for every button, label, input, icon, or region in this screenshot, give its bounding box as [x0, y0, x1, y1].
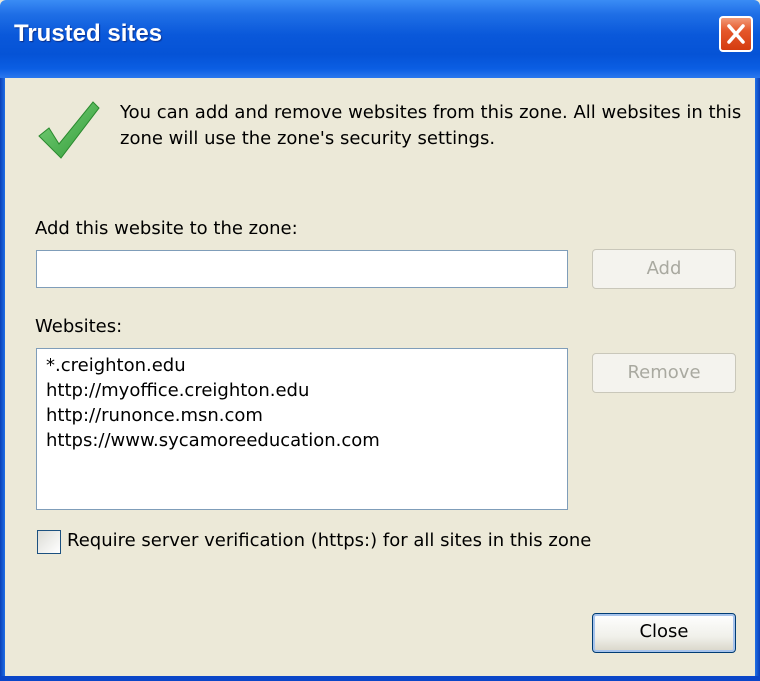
add-button[interactable]: Add [592, 249, 736, 289]
websites-list[interactable]: *.creighton.edu http://myoffice.creighto… [36, 348, 568, 510]
remove-button[interactable]: Remove [592, 353, 736, 393]
list-item[interactable]: https://www.sycamoreeducation.com [46, 428, 567, 453]
list-item[interactable]: *.creighton.edu [46, 353, 567, 378]
intro-text: You can add and remove websites from thi… [120, 102, 742, 149]
website-url-input[interactable] [36, 250, 568, 288]
window-frame-bottom [0, 676, 760, 681]
window-frame-left [0, 78, 5, 681]
list-item[interactable]: http://runonce.msn.com [46, 403, 567, 428]
close-button[interactable]: Close [592, 613, 736, 653]
list-item[interactable]: http://myoffice.creighton.edu [46, 378, 567, 403]
window-title: Trusted sites [14, 20, 163, 47]
add-website-label: Add this website to the zone: [35, 218, 298, 239]
checkmark-icon [38, 101, 100, 159]
trusted-sites-dialog: Trusted sites You can add and remove web… [0, 0, 760, 681]
window-close-button[interactable] [719, 16, 753, 52]
require-verification-checkbox[interactable] [37, 530, 61, 554]
title-bar[interactable]: Trusted sites [0, 0, 760, 78]
require-verification-label[interactable]: Require server verification (https:) for… [67, 530, 591, 551]
window-frame-right [755, 78, 760, 681]
websites-label: Websites: [35, 316, 123, 337]
close-icon [727, 24, 745, 44]
